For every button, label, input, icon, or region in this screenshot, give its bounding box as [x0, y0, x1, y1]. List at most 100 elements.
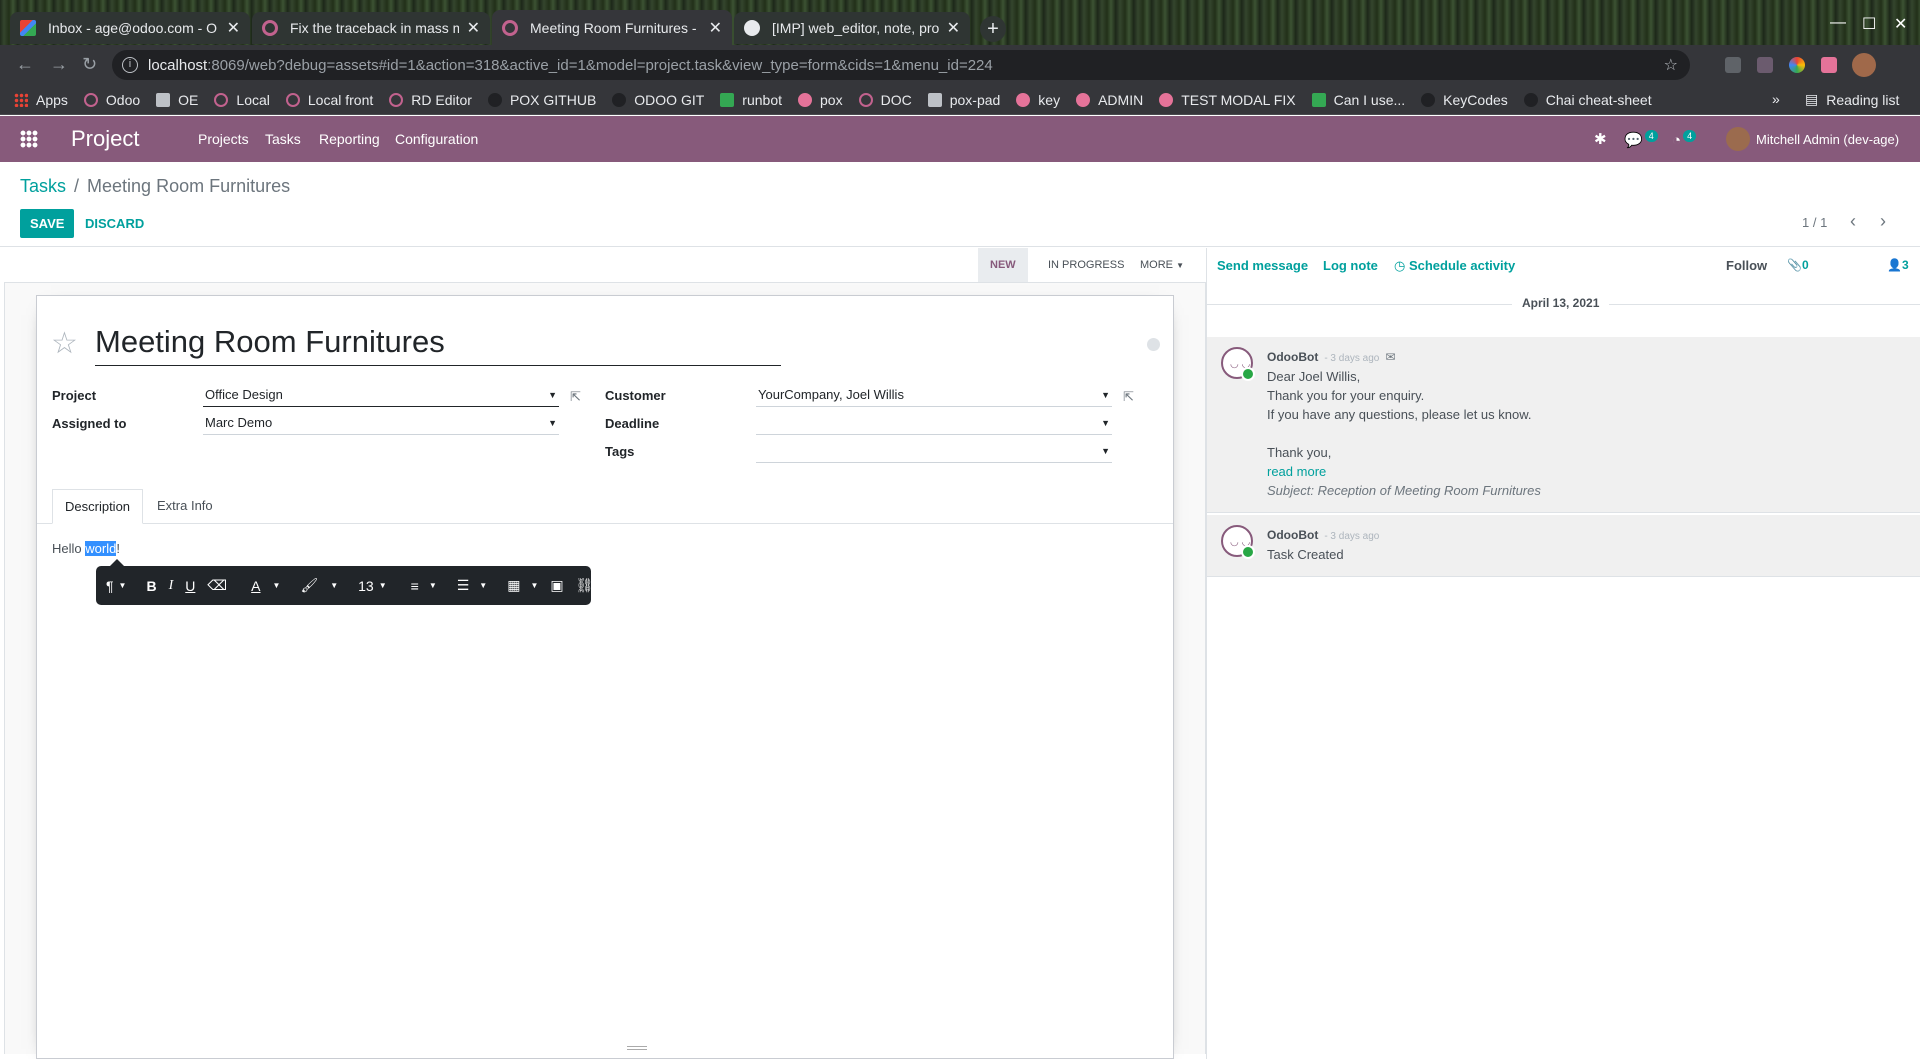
envelope-icon[interactable]: ✉: [1385, 350, 1395, 364]
bookmark-chai[interactable]: Chai cheat-sheet: [1523, 92, 1652, 108]
browser-tab-github[interactable]: [IMP] web_editor, note, pro ✕: [734, 12, 970, 44]
menu-projects[interactable]: Projects: [198, 131, 249, 147]
stage-more-dropdown[interactable]: MORE ▼: [1134, 248, 1190, 282]
reload-icon[interactable]: ↻: [82, 54, 97, 75]
table-dropdown[interactable]: ▦ ▼: [507, 577, 538, 594]
bookmark-pox-pad[interactable]: pox-pad: [927, 92, 1000, 108]
discard-button[interactable]: DISCARD: [85, 209, 144, 238]
site-info-icon[interactable]: i: [122, 57, 138, 73]
bookmark-pox-github[interactable]: POX GITHUB: [487, 92, 596, 108]
bookmark-keycodes[interactable]: KeyCodes: [1421, 92, 1508, 108]
send-message-button[interactable]: Send message: [1217, 258, 1308, 273]
bookmark-odoo[interactable]: Odoo: [83, 92, 140, 108]
bookmarks-overflow-button[interactable]: »: [1772, 91, 1780, 107]
bookmark-local[interactable]: Local: [214, 92, 270, 108]
deadline-field[interactable]: ▼: [756, 415, 1112, 435]
tab-description[interactable]: Description: [52, 489, 144, 524]
underline-icon[interactable]: U: [185, 578, 195, 594]
font-color-dropdown[interactable]: A ▼: [251, 578, 280, 594]
app-menu-icon[interactable]: [20, 130, 38, 148]
debug-bug-icon[interactable]: ✱: [1594, 130, 1607, 148]
caret-down-icon: ▼: [272, 581, 281, 590]
breadcrumb-tasks[interactable]: Tasks: [20, 176, 66, 196]
message-line: Thank you,: [1267, 445, 1332, 460]
stage-in-progress[interactable]: IN PROGRESS: [1038, 248, 1134, 282]
schedule-activity-button[interactable]: ◷ Schedule activity: [1394, 258, 1515, 274]
pager-next-icon[interactable]: ›: [1880, 211, 1886, 232]
browser-tab-traceback[interactable]: Fix the traceback in mass m ✕: [252, 12, 490, 44]
bookmark-apps[interactable]: Apps: [14, 92, 68, 108]
user-menu[interactable]: Mitchell Admin (dev-age): [1726, 127, 1899, 151]
kanban-state-icon[interactable]: [1147, 338, 1160, 351]
back-icon[interactable]: ←: [16, 54, 34, 75]
task-title-input[interactable]: Meeting Room Furnitures: [95, 324, 781, 366]
close-window-icon[interactable]: ✕: [1894, 14, 1907, 34]
profile-avatar[interactable]: [1852, 53, 1876, 77]
customer-field[interactable]: YourCompany, Joel Willis ▼: [756, 387, 1112, 407]
stage-new[interactable]: NEW: [978, 248, 1028, 282]
align-dropdown[interactable]: ≡ ▼: [411, 578, 437, 594]
pager-value[interactable]: 1 / 1: [1802, 215, 1827, 230]
extension-icon[interactable]: [1725, 57, 1741, 73]
messaging-menu[interactable]: 💬 4: [1624, 130, 1658, 149]
log-note-button[interactable]: Log note: [1323, 258, 1378, 273]
assigned-to-field[interactable]: Marc Demo ▼: [203, 415, 559, 435]
followers-button[interactable]: 👤3: [1887, 258, 1909, 272]
link-icon[interactable]: ⛓: [576, 577, 594, 594]
bookmark-can-i-use[interactable]: Can I use...: [1311, 92, 1405, 108]
minimize-icon[interactable]: —: [1830, 14, 1846, 32]
tab-extra-info[interactable]: Extra Info: [145, 489, 225, 524]
forward-icon[interactable]: →: [50, 54, 68, 75]
address-bar[interactable]: i localhost:8069/web?debug=assets#id=1&a…: [112, 50, 1690, 80]
menu-tasks[interactable]: Tasks: [265, 131, 301, 147]
color-picker-icon[interactable]: [1789, 57, 1805, 73]
bookmark-oe[interactable]: OE: [156, 92, 198, 108]
external-link-icon[interactable]: ⇱: [1123, 389, 1134, 405]
bookmark-admin[interactable]: ADMIN: [1076, 92, 1143, 108]
attachments-button[interactable]: 📎0: [1787, 258, 1809, 272]
bookmark-star-icon[interactable]: ☆: [1664, 55, 1678, 75]
reading-list-button[interactable]: ▤ Reading list: [1805, 91, 1899, 108]
close-icon[interactable]: ✕: [947, 18, 960, 38]
font-size-dropdown[interactable]: 13 ▼: [358, 578, 387, 594]
save-button[interactable]: SAVE: [20, 209, 75, 238]
background-color-dropdown[interactable]: 🖌 ▼: [300, 577, 338, 594]
bookmark-doc[interactable]: DOC: [858, 92, 912, 108]
priority-star-icon[interactable]: ☆: [51, 326, 78, 361]
pager-previous-icon[interactable]: ‹: [1850, 211, 1856, 232]
paragraph-style-dropdown[interactable]: ¶ ▼: [106, 578, 126, 594]
close-icon[interactable]: ✕: [467, 18, 480, 38]
bookmark-rd-editor[interactable]: RD Editor: [389, 92, 472, 108]
maximize-icon[interactable]: ☐: [1862, 14, 1876, 34]
user-avatar: [1726, 127, 1750, 151]
bookmark-key[interactable]: key: [1016, 92, 1060, 108]
bookmark-local-front[interactable]: Local front: [285, 92, 373, 108]
project-field[interactable]: Office Design ▼: [203, 387, 559, 407]
eraser-icon[interactable]: ⌫: [207, 577, 227, 594]
bookmark-pox[interactable]: pox: [798, 92, 843, 108]
bookmark-test-modal-fix[interactable]: TEST MODAL FIX: [1159, 92, 1296, 108]
pocket-icon[interactable]: [1757, 57, 1773, 73]
resize-handle[interactable]: [627, 1046, 647, 1050]
menu-configuration[interactable]: Configuration: [395, 131, 478, 147]
bookmark-runbot[interactable]: runbot: [720, 92, 782, 108]
close-icon[interactable]: ✕: [709, 18, 722, 38]
activity-menu[interactable]: ◔ 4: [1672, 130, 1697, 149]
browser-tab-meeting-room[interactable]: Meeting Room Furnitures - ✕: [492, 10, 732, 45]
image-icon[interactable]: ▣: [550, 577, 563, 594]
list-dropdown[interactable]: ☰ ▼: [457, 577, 487, 594]
description-editor[interactable]: Hello world!: [52, 541, 120, 556]
bookmark-odoo-git[interactable]: ODOO GIT: [612, 92, 704, 108]
browser-tab-gmail[interactable]: Inbox - age@odoo.com - O ✕: [10, 12, 250, 44]
external-link-icon[interactable]: ⇱: [570, 389, 581, 405]
follow-button[interactable]: Follow: [1726, 258, 1767, 273]
bold-icon[interactable]: B: [146, 578, 156, 594]
tags-field[interactable]: ▼: [756, 443, 1112, 463]
menu-reporting[interactable]: Reporting: [319, 131, 380, 147]
close-icon[interactable]: ✕: [227, 18, 240, 38]
new-tab-button[interactable]: +: [980, 16, 1006, 42]
app-brand[interactable]: Project: [71, 126, 139, 152]
read-more-link[interactable]: read more: [1267, 464, 1326, 479]
italic-icon[interactable]: I: [169, 578, 174, 594]
puzzle-icon[interactable]: [1821, 57, 1837, 73]
